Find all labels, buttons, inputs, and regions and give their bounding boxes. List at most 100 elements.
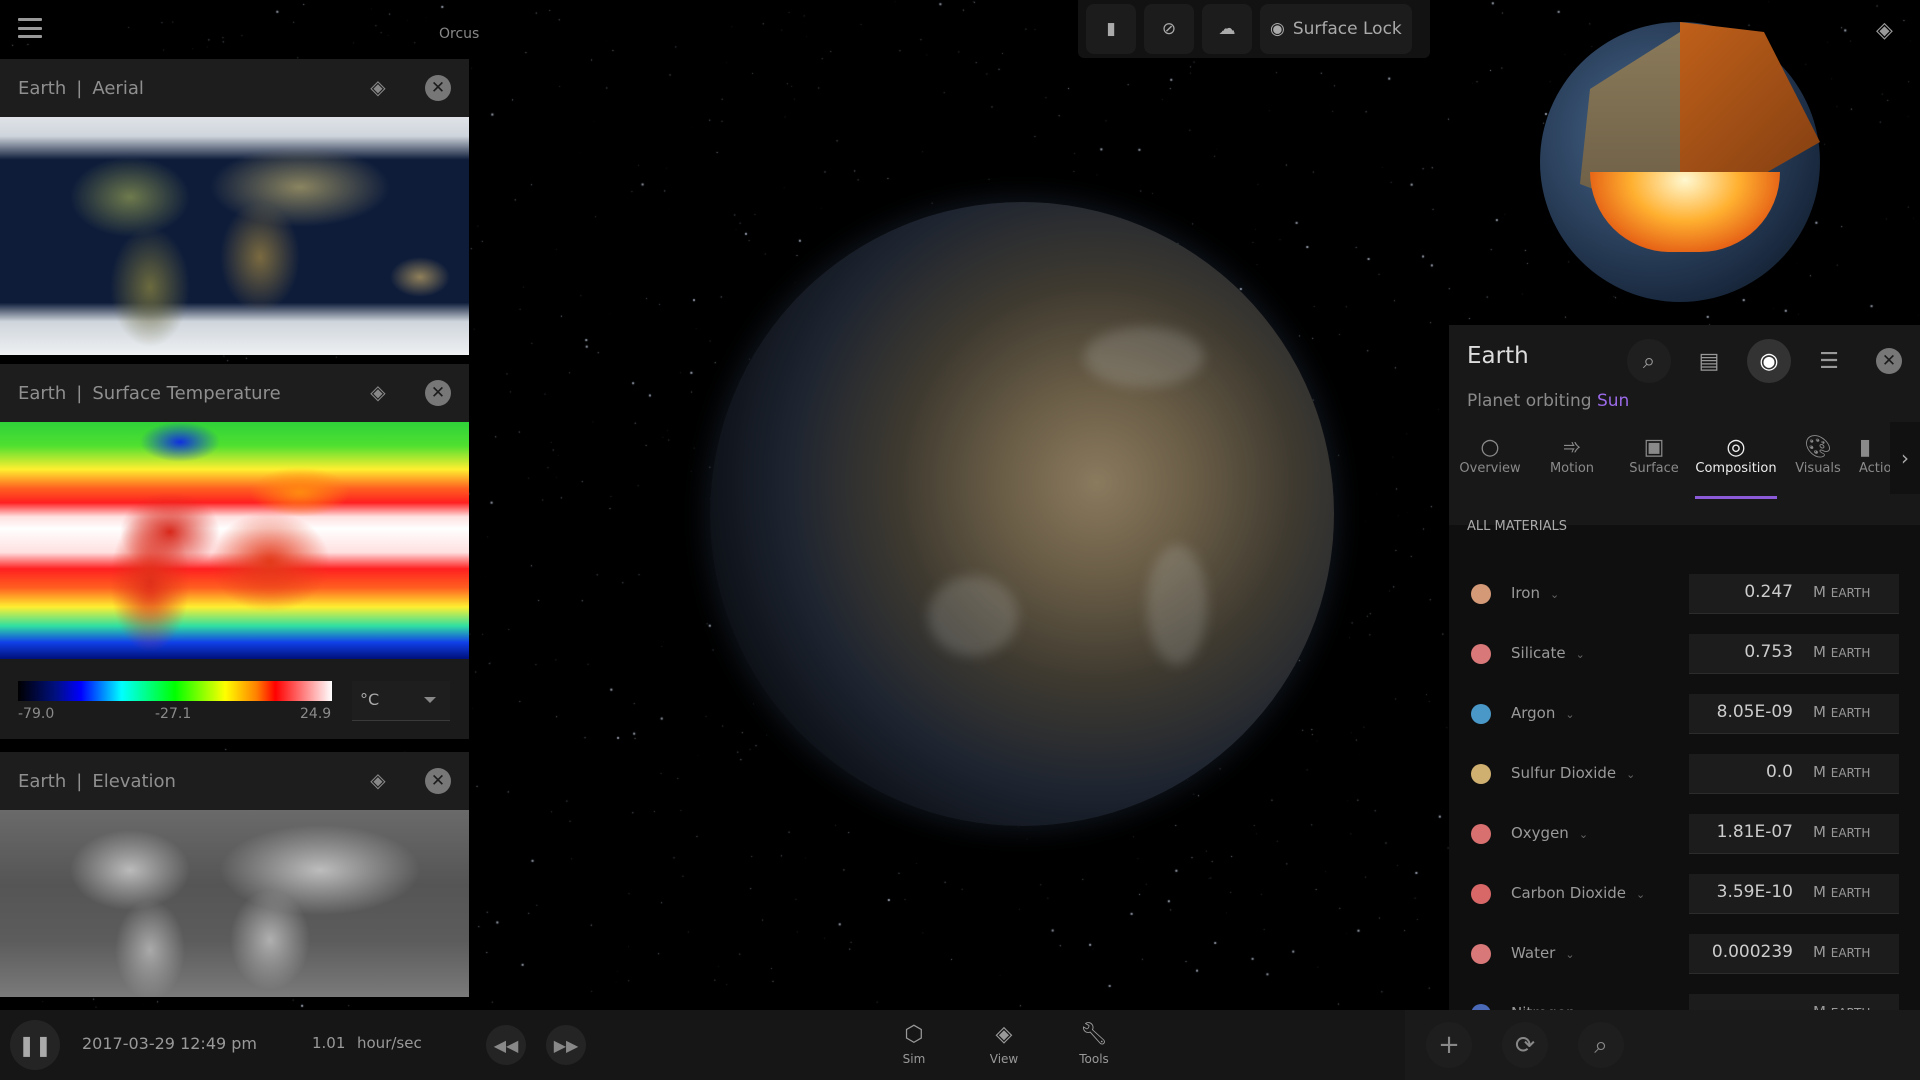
- material-name[interactable]: Carbon Dioxide ⌄: [1511, 884, 1645, 902]
- layer-panel-elevation: Earth | Elevation ◈ ✕: [0, 752, 469, 997]
- tab-visuals[interactable]: 🎨︎ Visuals: [1777, 427, 1859, 499]
- nav-view[interactable]: ◈ View: [974, 1022, 1034, 1066]
- search-icon[interactable]: ⌕: [1578, 1022, 1624, 1068]
- surface-lock-button[interactable]: ◉ Surface Lock: [1260, 4, 1412, 54]
- close-icon[interactable]: ✕: [425, 380, 451, 406]
- material-icon: [1471, 824, 1491, 844]
- tab-label: Composition: [1695, 461, 1777, 476]
- tab-overview[interactable]: ○ Overview: [1449, 427, 1531, 499]
- material-value-field[interactable]: 0.0 M EARTH: [1689, 754, 1899, 794]
- close-icon[interactable]: ✕: [1867, 339, 1911, 383]
- legend-mid: -27.1: [155, 706, 192, 722]
- tab-surface[interactable]: ▣ Surface: [1613, 427, 1695, 499]
- no-clouds-icon[interactable]: ☁: [1202, 4, 1252, 54]
- material-name[interactable]: Argon ⌄: [1511, 704, 1575, 722]
- material-value: 1.81E-07: [1716, 822, 1793, 842]
- pause-button[interactable]: ❚❚: [10, 1020, 60, 1070]
- material-name[interactable]: Silicate ⌄: [1511, 644, 1585, 662]
- unit-earth: EARTH: [1830, 646, 1871, 660]
- unit-select[interactable]: °C: [352, 681, 450, 721]
- unit-label: M EARTH: [1813, 763, 1870, 781]
- chevron-down-icon: ⌄: [1549, 588, 1560, 601]
- material-label: Silicate: [1511, 644, 1566, 662]
- no-atmosphere-icon[interactable]: ⊘: [1144, 4, 1194, 54]
- tab-label: Overview: [1459, 461, 1521, 476]
- info-panel: Earth ⌕ ▤ ◉ ☰ ✕ Planet orbiting Sun ○ Ove…: [1449, 325, 1920, 1010]
- close-icon[interactable]: ✕: [425, 768, 451, 794]
- material-name[interactable]: Sulfur Dioxide ⌄: [1511, 764, 1635, 782]
- material-value-field[interactable]: 8.05E-09 M EARTH: [1689, 694, 1899, 734]
- layer-name: Surface Temperature: [92, 382, 281, 404]
- object-label[interactable]: Orcus: [439, 26, 479, 42]
- menu-icon[interactable]: [18, 18, 42, 38]
- time-rate[interactable]: 1.01: [312, 1034, 345, 1052]
- rewind-icon[interactable]: ◀◀: [486, 1025, 526, 1065]
- fast-forward-icon[interactable]: ▶▶: [546, 1025, 586, 1065]
- material-value-field[interactable]: 3.59E-10 M EARTH: [1689, 874, 1899, 914]
- material-label: Iron: [1511, 584, 1540, 602]
- close-icon[interactable]: ✕: [425, 75, 451, 101]
- material-row: Oxygen ⌄ 1.81E-07 M EARTH: [1449, 814, 1920, 854]
- layers-icon[interactable]: ◈: [365, 380, 391, 406]
- time-rate-unit: hour/sec: [357, 1034, 422, 1052]
- material-value-field[interactable]: 0.000239 M EARTH: [1689, 934, 1899, 974]
- layer-body: Earth: [18, 770, 67, 792]
- material-value-field[interactable]: 0.753 M EARTH: [1689, 634, 1899, 674]
- nav-sim[interactable]: ⬡ Sim: [884, 1022, 944, 1066]
- panel-title: Earth: [1467, 343, 1529, 369]
- material-name[interactable]: Iron ⌄: [1511, 584, 1559, 602]
- tab-label: Motion: [1549, 461, 1595, 476]
- material-value: 0.0: [1765, 762, 1793, 782]
- earth-globe[interactable]: [710, 202, 1334, 826]
- layers-icon[interactable]: ◈: [1876, 18, 1893, 43]
- surface-lock-icon: ◉: [1270, 19, 1285, 39]
- earth-cutaway-view[interactable]: [1540, 22, 1820, 302]
- flashlight-icon[interactable]: ▮: [1086, 4, 1136, 54]
- material-value-field[interactable]: M EARTH: [1689, 994, 1899, 1010]
- layer-name: Elevation: [92, 770, 176, 792]
- wrench-icon: 🔧︎: [1080, 1022, 1108, 1047]
- temperature-map: [0, 422, 469, 659]
- layers-icon[interactable]: ◈: [365, 75, 391, 101]
- unit-earth: EARTH: [1830, 586, 1871, 600]
- chevron-down-icon: ⌄: [1578, 828, 1589, 841]
- sim-datetime[interactable]: 2017-03-29 12:49 pm: [82, 1034, 257, 1053]
- material-label: Argon: [1511, 704, 1556, 722]
- layer-panel-aerial: Earth | Aerial ◈ ✕: [0, 59, 469, 355]
- material-label: Water: [1511, 944, 1556, 962]
- chevron-down-icon: ⌄: [1636, 888, 1646, 901]
- material-name[interactable]: Water ⌄: [1511, 944, 1575, 962]
- bottom-right-controls: + ⟳ ⌕: [1405, 1010, 1920, 1080]
- layers-icon[interactable]: ◈: [365, 768, 391, 794]
- recenter-icon[interactable]: ⟳: [1502, 1022, 1548, 1068]
- unit-label: M EARTH: [1813, 823, 1870, 841]
- map-icon: ▣: [1643, 435, 1665, 460]
- top-toolbar: ▮ ⊘ ☁ ◉ Surface Lock: [1078, 0, 1430, 58]
- search-icon[interactable]: ⌕: [1627, 339, 1671, 383]
- material-value-field[interactable]: 0.247 M EARTH: [1689, 574, 1899, 614]
- material-label: Sulfur Dioxide: [1511, 764, 1617, 782]
- tab-motion[interactable]: ➾ Motion: [1531, 427, 1613, 499]
- legend-min: -79.0: [18, 706, 55, 722]
- plus-icon[interactable]: +: [1426, 1022, 1472, 1068]
- nav-tools[interactable]: 🔧︎ Tools: [1064, 1022, 1124, 1066]
- material-icon: [1471, 704, 1491, 724]
- tab-composition[interactable]: ◎ Composition: [1695, 427, 1777, 499]
- chevron-right-icon[interactable]: ›: [1890, 422, 1920, 494]
- chevron-down-icon: ⌄: [1565, 948, 1575, 961]
- material-name[interactable]: Oxygen ⌄: [1511, 824, 1588, 842]
- panel-subtitle: Planet orbiting Sun: [1467, 391, 1629, 411]
- material-value-field[interactable]: 1.81E-07 M EARTH: [1689, 814, 1899, 854]
- eye-icon[interactable]: ◉: [1747, 339, 1791, 383]
- layer-body: Earth: [18, 77, 67, 99]
- unit-earth: EARTH: [1830, 706, 1871, 720]
- layer-body: Earth: [18, 382, 67, 404]
- unit-m: M: [1813, 883, 1826, 901]
- nav-label: Tools: [1079, 1052, 1109, 1066]
- sun-link[interactable]: Sun: [1597, 391, 1629, 411]
- details-icon[interactable]: ▤: [1687, 339, 1731, 383]
- material-label: Carbon Dioxide: [1511, 884, 1627, 902]
- list-icon[interactable]: ☰: [1807, 339, 1851, 383]
- tab-label: Surface: [1629, 461, 1679, 476]
- material-icon: [1471, 944, 1491, 964]
